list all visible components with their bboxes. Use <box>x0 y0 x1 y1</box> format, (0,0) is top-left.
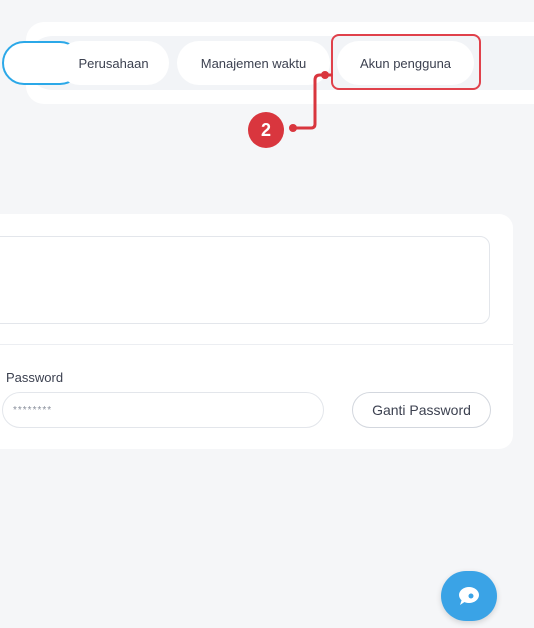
password-input[interactable]: ******** <box>2 392 324 428</box>
chat-button[interactable] <box>441 571 497 621</box>
change-password-button[interactable]: Ganti Password <box>352 392 491 428</box>
chat-bubble-icon <box>459 587 479 605</box>
step-badge: 2 <box>248 112 284 148</box>
password-label: Password <box>6 370 64 385</box>
card-divider <box>0 344 513 345</box>
account-card: Password ******** Ganti Password <box>0 214 513 449</box>
profile-text-area[interactable] <box>0 236 490 324</box>
